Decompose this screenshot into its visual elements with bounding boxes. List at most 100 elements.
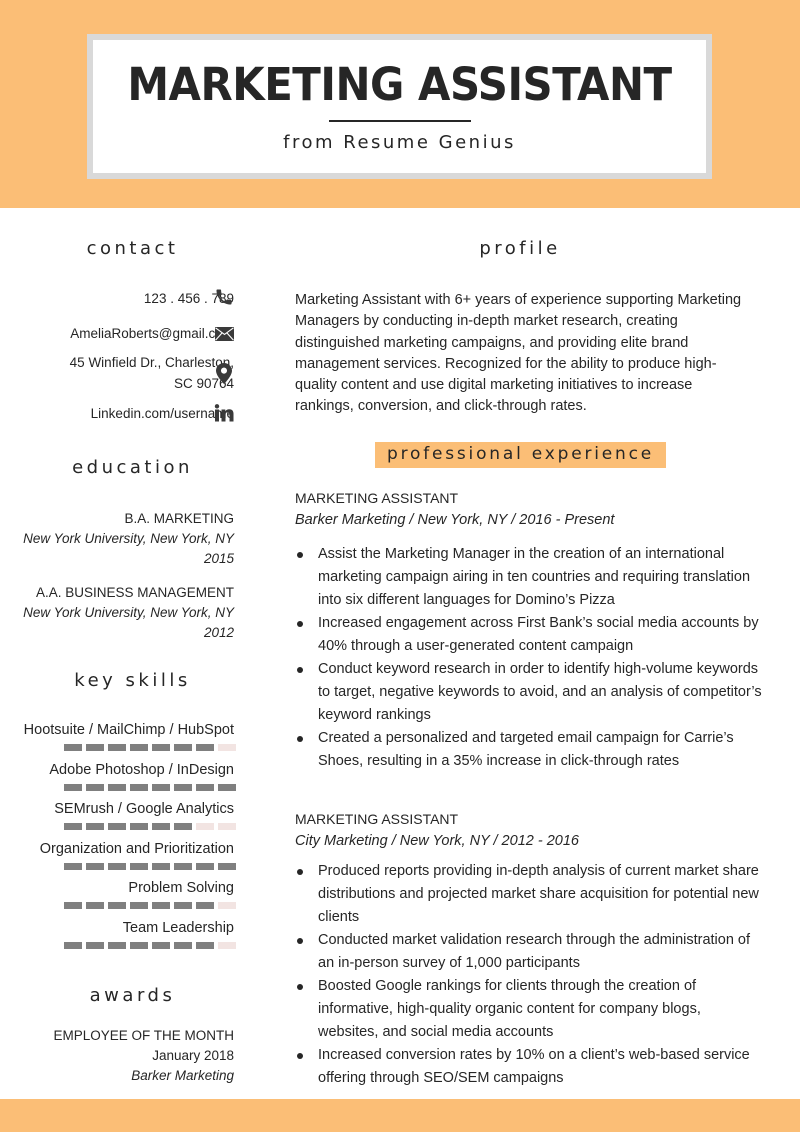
skill-segment-filled xyxy=(196,902,214,909)
profile-summary: Marketing Assistant with 6+ years of exp… xyxy=(295,292,742,415)
skill-segment-empty xyxy=(218,941,236,949)
footer-band xyxy=(0,1099,800,1132)
skill-segment-filled xyxy=(152,862,170,870)
skill-label: Organization and Prioritization xyxy=(39,840,234,857)
skill-segment-filled xyxy=(86,783,104,791)
skill-segment-filled xyxy=(108,862,126,870)
skill-segment-filled xyxy=(196,941,214,949)
school: New York University, New York, NY xyxy=(23,531,234,546)
skill-segment-filled xyxy=(152,941,170,949)
skill-segment-filled xyxy=(174,941,192,949)
award-org: Barker Marketing xyxy=(131,1068,234,1083)
job-bullets: Assist the Marketing Manager in the crea… xyxy=(295,543,765,773)
profile-heading: profile xyxy=(479,238,561,259)
bullet-item: Assist the Marketing Manager in the crea… xyxy=(295,543,765,612)
skill-segment-filled xyxy=(196,744,214,751)
skill-label: Team Leadership xyxy=(122,919,234,936)
degree: B.A. MARKETING xyxy=(124,511,234,526)
phone-icon xyxy=(213,286,235,308)
skill-segment-filled xyxy=(64,783,82,791)
skill-segment-filled xyxy=(196,862,214,870)
skill-segment-filled xyxy=(130,862,148,870)
skill-segment-filled xyxy=(130,902,148,909)
skill-segment-filled xyxy=(86,902,104,909)
education-entry: A.A. BUSINESS MANAGEMENT New York Univer… xyxy=(23,583,234,643)
bullet-icon xyxy=(297,621,303,627)
skill-segment-filled xyxy=(86,862,104,870)
bullet-text: Conducted market validation research thr… xyxy=(318,932,751,971)
bullet-text: Increased conversion rates by 10% on a c… xyxy=(318,1047,750,1086)
address-line-1: 45 Winfield Dr., Charleston, xyxy=(69,355,234,370)
skill-segment-filled xyxy=(174,744,192,751)
degree: A.A. BUSINESS MANAGEMENT xyxy=(35,585,234,600)
skill-segment-filled xyxy=(64,823,82,830)
skill-label: Adobe Photoshop / InDesign xyxy=(49,761,234,778)
skill-segment-filled xyxy=(86,823,104,830)
contact-email: AmeliaRoberts@gmail.com xyxy=(70,323,234,344)
skill-segment-filled xyxy=(218,783,236,791)
bullet-icon xyxy=(297,1053,303,1059)
skill-segment-filled xyxy=(174,902,192,909)
skill-level-bar xyxy=(64,902,236,909)
job-entry: MARKETING ASSISTANT City Marketing / New… xyxy=(295,808,765,1090)
skill-segment-filled xyxy=(152,823,170,830)
contact-heading: contact xyxy=(86,238,179,259)
skill-segment-filled xyxy=(174,823,192,830)
award-date: January 2018 xyxy=(152,1048,234,1063)
address-line-2: SC 90764 xyxy=(173,376,234,391)
graduation-year: 2012 xyxy=(203,625,234,640)
skill-segment-filled xyxy=(86,941,104,949)
skill-segment-filled xyxy=(108,902,126,909)
resume-subtitle: from Resume Genius xyxy=(283,132,516,153)
bullet-item: Produced reports providing in-depth anal… xyxy=(295,860,765,929)
award-title: EMPLOYEE OF THE MONTH xyxy=(53,1028,234,1043)
bullet-text: Created a personalized and targeted emai… xyxy=(318,730,734,769)
skill-segment-filled xyxy=(130,941,148,949)
bullet-item: Increased engagement across First Bank’s… xyxy=(295,612,765,658)
bullet-item: Boosted Google rankings for clients thro… xyxy=(295,975,765,1044)
job-title: MARKETING ASSISTANT xyxy=(295,490,459,506)
education-entry: B.A. MARKETING New York University, New … xyxy=(23,509,234,569)
map-pin-icon xyxy=(213,362,235,384)
skill-segment-filled xyxy=(86,744,104,751)
skill-segment-empty xyxy=(218,823,236,830)
bullet-text: Assist the Marketing Manager in the crea… xyxy=(318,546,751,608)
bullet-item: Increased conversion rates by 10% on a c… xyxy=(295,1044,765,1090)
skill-segment-filled xyxy=(218,862,236,870)
job-title: MARKETING ASSISTANT xyxy=(295,811,459,827)
job-bullets: Produced reports providing in-depth anal… xyxy=(295,860,765,1090)
skill-segment-empty xyxy=(218,902,236,909)
bullet-icon xyxy=(297,552,303,558)
bullet-icon xyxy=(297,984,303,990)
skill-segment-filled xyxy=(130,783,148,791)
award-entry: EMPLOYEE OF THE MONTH January 2018 Barke… xyxy=(53,1026,234,1086)
job-company: Barker Marketing / New York, NY / 2016 -… xyxy=(295,512,615,528)
bullet-icon xyxy=(297,938,303,944)
bullet-text: Boosted Google rankings for clients thro… xyxy=(318,978,701,1040)
title-box: MARKETING ASSISTANT from Resume Genius xyxy=(87,34,712,179)
skill-segment-filled xyxy=(108,941,126,949)
skill-segment-filled xyxy=(130,744,148,751)
skill-segment-filled xyxy=(64,902,82,909)
skill-segment-filled xyxy=(152,783,170,791)
bullet-item: Conducted market validation research thr… xyxy=(295,929,765,975)
contact-address: 45 Winfield Dr., Charleston, SC 90764 xyxy=(70,352,234,394)
linkedin-icon xyxy=(213,402,235,424)
skill-segment-filled xyxy=(174,783,192,791)
bullet-text: Increased engagement across First Bank’s… xyxy=(318,615,759,654)
skill-segment-filled xyxy=(152,744,170,751)
skill-level-bar xyxy=(64,823,236,830)
skill-label: Hootsuite / MailChimp / HubSpot xyxy=(23,722,234,738)
email-text[interactable]: AmeliaRoberts@gmail.com xyxy=(70,326,234,341)
skill-segment-filled xyxy=(64,862,82,870)
skill-segment-filled xyxy=(108,783,126,791)
skill-segment-filled xyxy=(108,744,126,751)
skills-heading: key skills xyxy=(74,670,191,691)
skill-segment-filled xyxy=(108,823,126,830)
skill-segment-empty xyxy=(196,823,214,830)
skill-segment-filled xyxy=(130,823,148,830)
skill-label: Problem Solving xyxy=(128,880,234,896)
title-divider xyxy=(329,120,471,122)
bullet-item: Conduct keyword research in order to ide… xyxy=(295,658,765,727)
bullet-item: Created a personalized and targeted emai… xyxy=(295,727,765,773)
